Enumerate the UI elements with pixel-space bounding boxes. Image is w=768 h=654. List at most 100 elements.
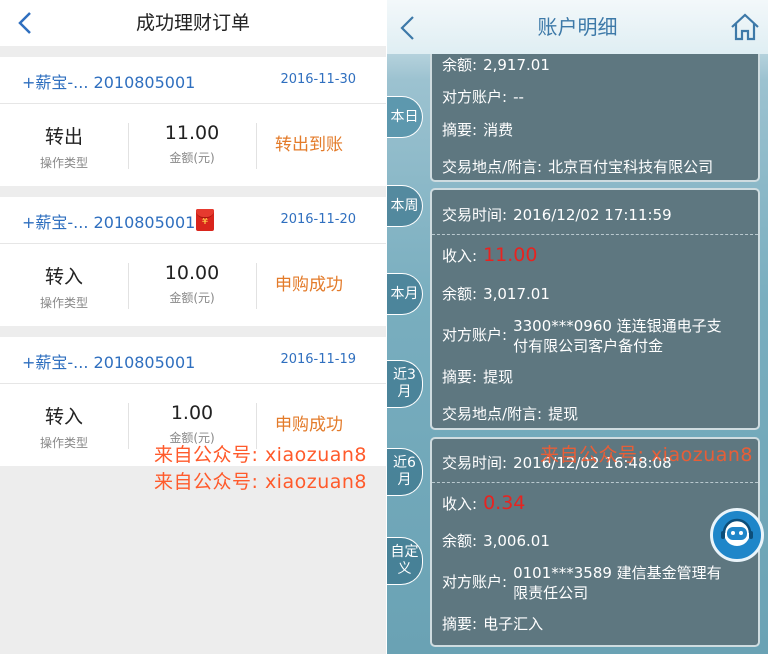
summary-row: 摘要: 提现: [442, 366, 513, 387]
time-row: 交易时间: 2016/12/02 17:11:59: [442, 204, 672, 225]
place-value: 北京百付宝科技有限公司: [548, 158, 714, 176]
amount-value: 10.00: [164, 262, 220, 284]
back-chevron-icon[interactable]: [14, 10, 38, 36]
operation-type-label: 操作类型: [39, 436, 88, 450]
right-panel: 账户明细 余额: 2,917.01 对方账户: -- 摘要: 消费 交易地点/附言: 北…: [387, 0, 768, 654]
operation-type-cell: 转入 操作类型: [0, 384, 128, 466]
watermark-text: 来自公众号: xiaozuan8: [154, 471, 368, 493]
time-label: 交易时间:: [442, 206, 508, 224]
tab-last-6-months[interactable]: 近6月: [387, 448, 423, 496]
counterparty-label: 对方账户:: [442, 326, 508, 344]
order-date: 2016-11-20: [280, 212, 356, 227]
summary-value: 电子汇入: [483, 615, 544, 633]
customer-service-icon: [721, 518, 753, 546]
transaction-card[interactable]: 余额: 2,917.01 对方账户: -- 摘要: 消费 交易地点/附言: 北京百付宝科…: [430, 40, 760, 182]
balance-value: 2,917.01: [483, 56, 550, 74]
summary-value: 提现: [483, 368, 514, 386]
amount-label: 金额(元): [169, 151, 215, 165]
customer-service-button[interactable]: [710, 508, 764, 562]
watermark-text: 来自公众号: xiaozuan8: [154, 444, 368, 466]
watermark-text: 来自公众号: xiaozuan8: [540, 444, 754, 466]
product-name[interactable]: +薪宝-... 2010805001: [22, 69, 195, 93]
page-title: 账户明细: [537, 15, 618, 39]
place-value: 提现: [548, 405, 579, 423]
back-chevron-icon[interactable]: [397, 14, 419, 42]
product-name[interactable]: +薪宝-... 2010805001: [22, 209, 195, 233]
order-card-header: +薪宝-... 2010805001 ¥ 2016-11-20: [0, 197, 386, 244]
page-title: 成功理财订单: [135, 12, 250, 34]
summary-row: 摘要: 电子汇入: [442, 613, 543, 634]
orders-header: 成功理财订单: [0, 0, 386, 46]
income-value: 11.00: [483, 244, 538, 266]
header-mask: 账户明细: [387, 0, 768, 54]
operation-type-value: 转入: [44, 406, 83, 428]
balance-value: 3,017.01: [483, 285, 550, 303]
summary-label: 摘要:: [442, 121, 478, 139]
counterparty-value: 3300***0960 连连银通电子支付有限公司客户备付金: [513, 317, 722, 355]
product-name[interactable]: +薪宝-... 2010805001: [22, 349, 195, 373]
income-row: 收入: 0.34: [442, 492, 525, 514]
tab-this-month[interactable]: 本月: [387, 273, 423, 315]
tab-this-week[interactable]: 本周: [387, 185, 423, 227]
tab-today[interactable]: 本日: [387, 96, 423, 138]
amount-cell: 10.00 金额(元): [129, 244, 255, 326]
divider: [256, 123, 257, 169]
balance-label: 余额:: [442, 532, 478, 550]
operation-type-cell: 转出 操作类型: [0, 104, 128, 186]
operation-type-cell: 转入 操作类型: [0, 244, 128, 326]
order-card-header: +薪宝-... 2010805001 2016-11-19: [0, 337, 386, 384]
tab-last-3-months[interactable]: 近3月: [387, 360, 423, 408]
operation-type-label: 操作类型: [39, 156, 88, 170]
amount-value: 11.00: [164, 122, 220, 144]
income-label: 收入:: [442, 495, 478, 513]
time-value: 2016/12/02 17:11:59: [513, 206, 672, 224]
tab-custom[interactable]: 自定义: [387, 537, 423, 585]
income-value: 0.34: [483, 492, 526, 514]
left-panel: 成功理财订单 +薪宝-... 2010805001 2016-11-30 转出 …: [0, 0, 386, 654]
summary-label: 摘要:: [442, 615, 478, 633]
counterparty-row: 对方账户: 0101***3589 建信基金管理有限责任公司: [442, 563, 728, 603]
home-icon[interactable]: [730, 12, 760, 42]
counterparty-value: --: [513, 88, 524, 106]
income-row: 收入: 11.00: [442, 244, 537, 266]
order-card-header: +薪宝-... 2010805001 2016-11-30: [0, 57, 386, 104]
divider: [256, 263, 257, 309]
divider: [432, 482, 758, 484]
amount-cell: 11.00 金额(元): [129, 104, 255, 186]
order-status: 转出到账: [275, 135, 343, 155]
balance-label: 余额:: [442, 285, 478, 303]
time-range-tabs: 本日 本周 本月 近3月 近6月 自定义: [387, 54, 427, 654]
operation-type-label: 操作类型: [39, 296, 88, 310]
counterparty-label: 对方账户:: [442, 88, 508, 106]
balance-value: 3,006.01: [483, 532, 550, 550]
red-packet-icon: ¥: [196, 209, 214, 231]
time-label: 交易时间:: [442, 454, 508, 472]
income-label: 收入:: [442, 247, 478, 265]
order-card[interactable]: +薪宝-... 2010805001 ¥ 2016-11-20 转入 操作类型 …: [0, 197, 386, 326]
amount-label: 金额(元): [169, 291, 215, 305]
transaction-card[interactable]: 交易时间: 2016/12/02 17:11:59 收入: 11.00 余额: 3,0…: [430, 188, 760, 430]
counterparty-label: 对方账户:: [442, 573, 508, 591]
order-date: 2016-11-19: [280, 352, 356, 367]
place-row: 交易地点/附言: 提现: [442, 403, 578, 424]
operation-type-value: 转入: [44, 266, 83, 288]
summary-label: 摘要:: [442, 368, 478, 386]
counterparty-row: 对方账户: 3300***0960 连连银通电子支付有限公司客户备付金: [442, 316, 728, 356]
amount-value: 1.00: [170, 402, 214, 424]
balance-row: 余额: 3,017.01: [442, 283, 550, 304]
operation-type-value: 转出: [44, 126, 83, 148]
order-status: 申购成功: [275, 275, 343, 295]
place-label: 交易地点/附言:: [442, 158, 543, 176]
balance-row: 余额: 3,006.01: [442, 530, 550, 551]
balance-label: 余额:: [442, 56, 478, 74]
place-label: 交易地点/附言:: [442, 405, 543, 423]
order-card[interactable]: +薪宝-... 2010805001 2016-11-30 转出 操作类型 11…: [0, 57, 386, 186]
summary-row: 摘要: 消费: [442, 119, 513, 140]
summary-value: 消费: [483, 121, 514, 139]
balance-row: 余额: 2,917.01: [442, 54, 550, 75]
place-row: 交易地点/附言: 北京百付宝科技有限公司: [442, 156, 713, 177]
order-date: 2016-11-30: [280, 72, 356, 87]
counterparty-value: 0101***3589 建信基金管理有限责任公司: [513, 564, 722, 602]
divider: [432, 234, 758, 236]
counterparty-row: 对方账户: --: [442, 86, 524, 107]
